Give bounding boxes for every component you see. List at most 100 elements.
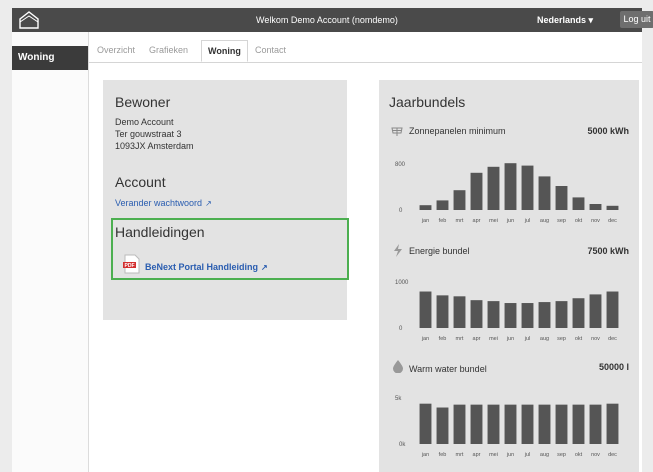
chart-bar xyxy=(555,186,568,210)
x-tick-label: aug xyxy=(540,452,549,458)
solar-value: 5000 kWh xyxy=(587,126,629,136)
resident-city: 1093JX Amsterdam xyxy=(115,141,194,151)
chart-bar xyxy=(606,205,619,210)
x-tick-label: sep xyxy=(557,336,566,342)
chart-bar xyxy=(572,404,585,444)
solar-panel-icon xyxy=(391,124,403,142)
window-frame-left xyxy=(0,0,12,472)
x-tick-label: sep xyxy=(557,218,566,224)
x-tick-label: mrt xyxy=(456,452,464,458)
chart-bar xyxy=(555,404,568,444)
tab-woning[interactable]: Woning xyxy=(201,40,248,62)
x-tick-label: dec xyxy=(608,218,617,224)
x-tick-label: mei xyxy=(489,336,498,342)
chart-bar xyxy=(572,298,585,328)
y-tick-label: 0k xyxy=(399,442,406,448)
water-label: Warm water bundel xyxy=(409,364,487,374)
tab-overzicht[interactable]: Overzicht xyxy=(97,45,135,55)
chart-bar xyxy=(606,403,619,444)
chart-bar xyxy=(453,404,466,444)
x-tick-label: apr xyxy=(473,336,481,342)
water-chart: 5k 0k jan feb mrt apr mei jun jul aug sep okt nov dec xyxy=(395,396,619,458)
energy-label: Energie bundel xyxy=(409,246,470,256)
x-tick-label: okt xyxy=(575,452,583,458)
jaarbundels-heading: Jaarbundels xyxy=(389,94,466,110)
resident-name: Demo Account xyxy=(115,117,174,127)
x-tick-label: apr xyxy=(473,452,481,458)
jaarbundels-panel: Jaarbundels Zonnepanelen minimum 5000 kW… xyxy=(379,80,639,472)
tab-grafieken[interactable]: Grafieken xyxy=(149,45,188,55)
pdf-icon: PDF xyxy=(123,254,141,274)
chart-bar xyxy=(453,190,466,210)
x-tick-label: mrt xyxy=(456,336,464,342)
chart-bar xyxy=(589,294,602,328)
chart-bar xyxy=(419,403,432,444)
x-tick-label: mrt xyxy=(456,218,464,224)
chart-bar xyxy=(538,176,551,210)
x-tick-label: jul xyxy=(524,336,531,342)
main-content: Overzicht Grafieken Woning Contact Bewon… xyxy=(89,32,642,472)
energy-chart: 1000 0 jan feb mrt apr mei jun jul aug sep okt nov de… xyxy=(395,280,619,342)
sidebar: Woning xyxy=(12,32,89,472)
chart-bar xyxy=(436,295,449,328)
x-tick-label: jan xyxy=(421,336,429,342)
chart-bar xyxy=(487,166,500,210)
chart-bar xyxy=(589,204,602,210)
account-heading: Account xyxy=(115,174,166,190)
chart-bar xyxy=(470,404,483,444)
chart-bar xyxy=(470,172,483,210)
chart-bar xyxy=(419,291,432,328)
chart-bar xyxy=(453,296,466,328)
tab-bar: Overzicht Grafieken Woning Contact xyxy=(89,40,642,63)
external-link-icon: ↗ xyxy=(261,263,268,272)
x-tick-label: okt xyxy=(575,336,583,342)
water-drop-icon xyxy=(393,360,403,378)
manual-link[interactable]: BeNext Portal Handleiding ↗ xyxy=(145,262,268,272)
chart-bar xyxy=(419,205,432,210)
x-tick-label: jul xyxy=(524,218,531,224)
logout-button[interactable]: Log uit xyxy=(620,11,653,28)
x-tick-label: apr xyxy=(473,218,481,224)
manual-link-label: BeNext Portal Handleiding xyxy=(145,262,259,272)
x-tick-label: jul xyxy=(524,452,531,458)
chart-bar xyxy=(487,301,500,328)
language-select[interactable]: Nederlands ▾ xyxy=(537,15,593,26)
window-frame-top xyxy=(0,0,653,8)
x-tick-label: jan xyxy=(421,218,429,224)
chart-bar xyxy=(436,200,449,210)
top-bar: Welkom Demo Account (nomdemo) Nederlands… xyxy=(12,8,653,32)
profile-panel: Bewoner Demo Account Ter gouwstraat 3 10… xyxy=(103,80,349,320)
x-tick-label: nov xyxy=(591,336,600,342)
chart-bar xyxy=(521,404,534,444)
x-tick-label: dec xyxy=(608,336,617,342)
chart-bar xyxy=(504,404,517,444)
y-tick-label: 1000 xyxy=(395,280,409,286)
y-tick-label: 5k xyxy=(395,396,402,402)
x-tick-label: mei xyxy=(489,218,498,224)
x-tick-label: nov xyxy=(591,452,600,458)
x-tick-label: aug xyxy=(540,336,549,342)
chart-bar xyxy=(538,302,551,328)
x-tick-label: feb xyxy=(439,452,447,458)
change-password-link[interactable]: Verander wachtwoord ↗ xyxy=(115,198,212,208)
x-tick-label: jan xyxy=(421,452,429,458)
x-tick-label: nov xyxy=(591,218,600,224)
x-tick-label: sep xyxy=(557,452,566,458)
handleidingen-heading: Handleidingen xyxy=(115,224,205,240)
chart-bar xyxy=(436,407,449,444)
change-password-label: Verander wachtwoord xyxy=(115,198,203,208)
chart-bar xyxy=(555,301,568,328)
chart-bar xyxy=(521,303,534,328)
x-tick-label: okt xyxy=(575,218,583,224)
chart-bar xyxy=(606,291,619,328)
sidebar-item-woning[interactable]: Woning xyxy=(12,46,88,70)
tab-contact[interactable]: Contact xyxy=(255,45,286,55)
x-tick-label: feb xyxy=(439,336,447,342)
window-frame-right xyxy=(642,0,653,472)
x-tick-label: aug xyxy=(540,218,549,224)
energy-value: 7500 kWh xyxy=(587,246,629,256)
chart-bar xyxy=(572,197,585,210)
x-tick-label: dec xyxy=(608,452,617,458)
solar-label: Zonnepanelen minimum xyxy=(409,126,506,136)
x-tick-label: mei xyxy=(489,452,498,458)
